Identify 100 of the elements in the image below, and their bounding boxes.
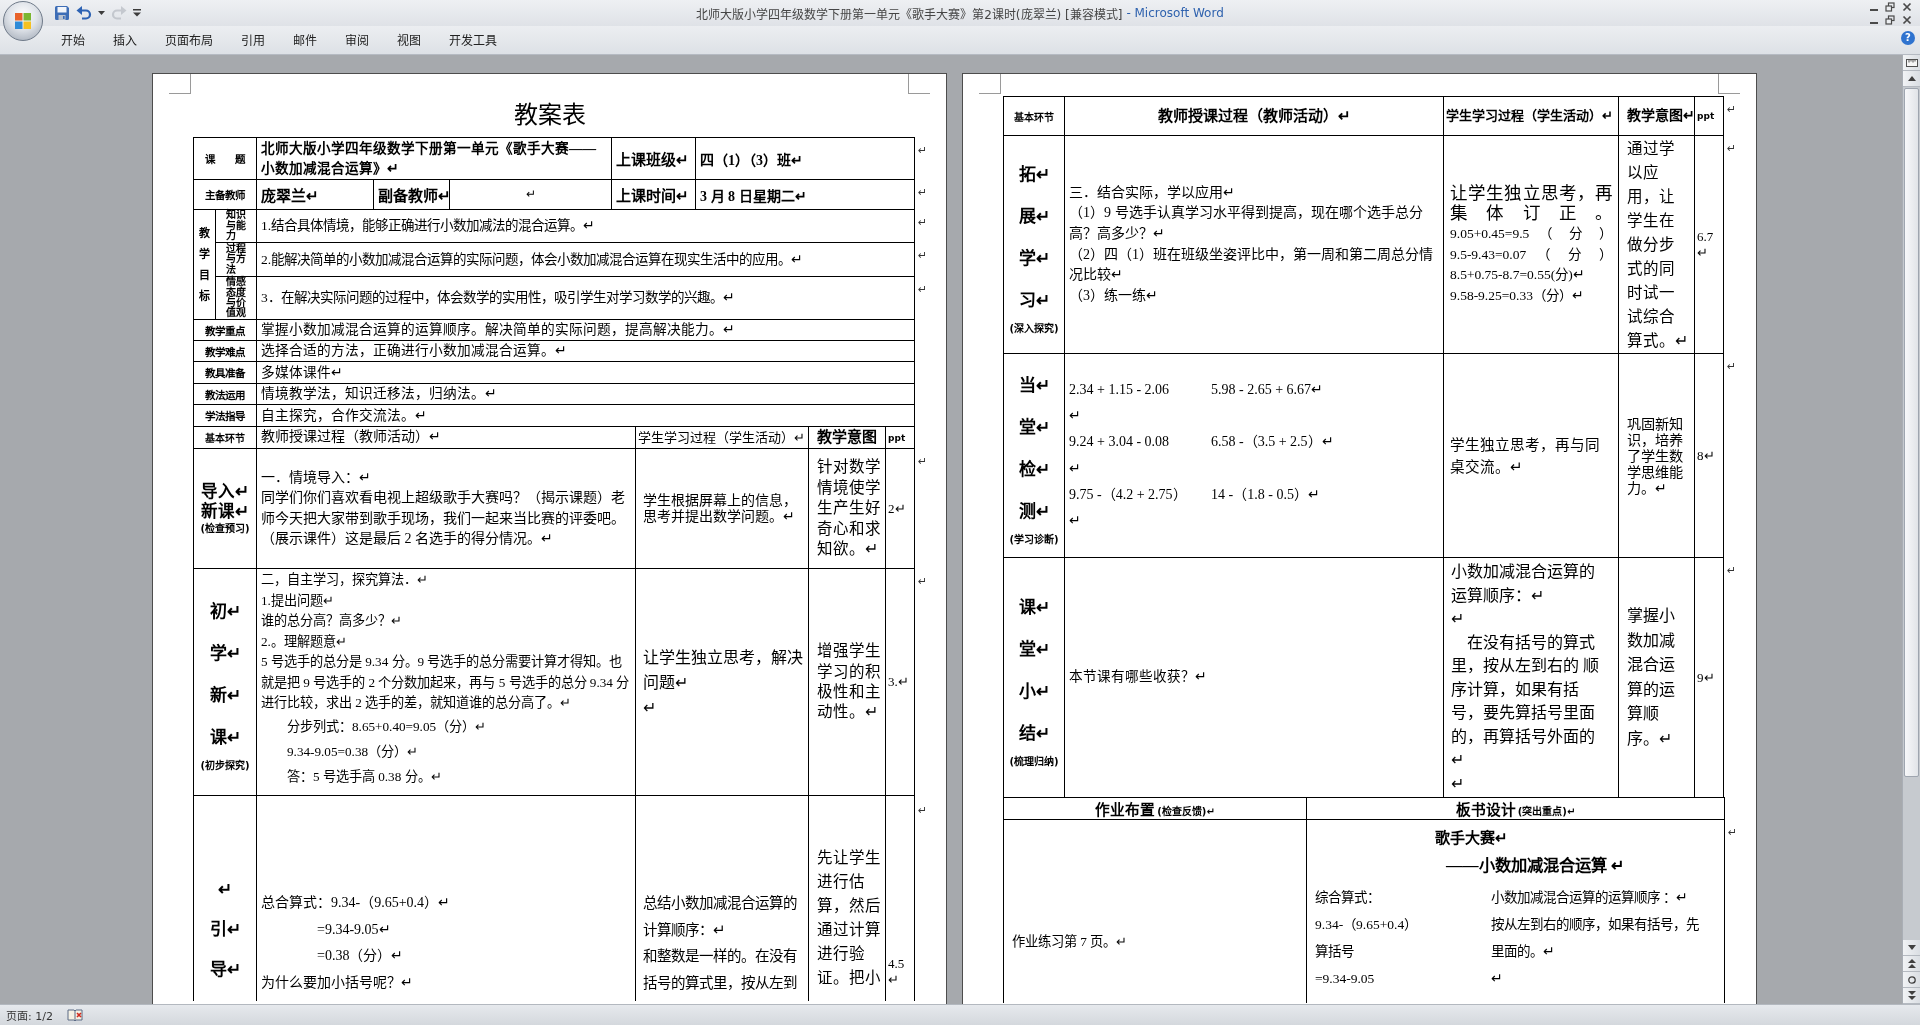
proofing-button[interactable] — [66, 1008, 83, 1022]
cell-paragraph: 答：5 号选手高 0.38 分。↵ — [286, 767, 443, 786]
board-line: 算括号 — [1315, 943, 1355, 961]
row-label: 学法指导 — [204, 409, 246, 423]
redo-icon — [111, 6, 127, 20]
ribbon-tab[interactable]: 引用 — [227, 28, 279, 51]
stage-label: 新↵ — [208, 685, 242, 707]
paragraph-mark: ↵ — [918, 143, 928, 157]
restore-button[interactable] — [1885, 14, 1895, 25]
cell-paragraph: 先让学生进行估算，然后通过计算进行验证。把小 — [817, 848, 881, 988]
column-header: 教师授课过程（教师活动）↵ — [261, 428, 442, 447]
ribbon-tab[interactable]: 开始 — [47, 28, 99, 51]
ribbon-tab[interactable]: 邮件 — [279, 28, 331, 51]
cell-paragraph: 作业练习第 7 页。↵ — [1012, 933, 1129, 951]
stage-label: ↵ — [217, 879, 233, 901]
margin-corner-mark — [908, 74, 930, 94]
slide-number: 9↵ — [1697, 669, 1716, 686]
undo-menu-button[interactable] — [96, 9, 107, 17]
stage-label: 小↵ — [1017, 680, 1051, 703]
paragraph-mark: ↵ — [918, 803, 928, 817]
board-title: 歌手大赛↵ — [1434, 828, 1509, 848]
cell-paragraph: 8.5+0.75-8.7=0.55(分)↵ — [1450, 266, 1586, 285]
paragraph-mark: ↵ — [918, 454, 928, 468]
stage-label: 堂↵ — [1017, 416, 1051, 439]
slide-number: 4.5↵ — [888, 956, 906, 988]
board-line: 小数加减混合运算的运算顺序 ：↵ — [1491, 889, 1690, 907]
minimize-button[interactable] — [1870, 8, 1878, 12]
goal-text: 1.结合具体情境，能够正确进行小数加减法的混合运算。↵ — [261, 217, 597, 235]
double-down-arrow-icon — [1907, 991, 1916, 1000]
restore-button[interactable] — [1885, 1, 1895, 12]
ribbon-tab[interactable]: 视图 — [383, 28, 435, 51]
cell-paragraph: 同学们你们喜欢看电视上超级歌手大赛吗？（揭示课题）老师今天把大家带到歌手现场，我们一起来当比赛的评委吧。（展示课件）这是最后 2 名选手的得分情况。↵ — [261, 489, 626, 548]
section-title: 作业布置 — [1095, 802, 1156, 818]
row-text: 多媒体课件↵ — [261, 363, 344, 382]
cell-paragraph: 9.58-9.25=0.33（分）↵ — [1450, 286, 1585, 305]
stage-label: 导↵ — [208, 959, 242, 981]
scroll-up-button[interactable] — [1903, 71, 1920, 87]
cell-paragraph: 9.24 + 3.04 - 0.08 6.58 -（3.5 + 2.5）↵ — [1069, 433, 1335, 452]
cell-paragraph: 9.34-9.05=0.38（分）↵ — [286, 742, 420, 761]
scroll-down-button[interactable] — [1903, 940, 1920, 956]
stage-label: 课↵ — [208, 727, 242, 749]
cell-paragraph: 小数加减混合运算的运算顺序：↵ — [1451, 562, 1596, 606]
close-button[interactable] — [1902, 1, 1912, 12]
cell-paragraph: 让学生独立思考，再集体订正。 — [1450, 182, 1612, 224]
cell-paragraph: ↵ — [1069, 406, 1082, 425]
goal-group-label: 教学目标 — [199, 225, 210, 305]
stage-note: (深入探究) — [1008, 321, 1060, 336]
page-count: 页面: 1/2 — [6, 1009, 53, 1023]
board-subtitle: ——小数加减混合运算 ↵ — [1445, 855, 1625, 877]
row-label: 课 题 — [204, 152, 247, 166]
window-title: 北师大版小学四年级数学下册第一单元《歌手大赛》第2课时(庞翠兰) [兼容模式] — [696, 6, 1123, 22]
ribbon-tab[interactable]: 审阅 — [331, 28, 383, 51]
caret-icon — [133, 9, 141, 17]
up-arrow-icon — [1907, 76, 1916, 81]
goal-label: 过程与方法 — [226, 243, 246, 276]
next-page-button[interactable] — [1903, 988, 1920, 1004]
previous-page-button[interactable] — [1903, 956, 1920, 972]
ruler-toggle-button[interactable] — [1903, 55, 1920, 71]
field-label: 上课时间↵ — [616, 187, 691, 205]
cell-paragraph: 在没有括号的算式里，按从左到右的 顺序计算，如果有括号，要先算括号里面的，再算括号外面的↵ — [1451, 632, 1600, 770]
browse-object-button[interactable] — [1903, 972, 1920, 988]
cell-paragraph: 9.75 -（4.2 + 2.75） 14 -（1.8 - 0.5）↵ — [1069, 485, 1321, 504]
undo-button[interactable] — [74, 4, 94, 22]
customize-button[interactable] — [131, 7, 143, 19]
scroll-thumb[interactable] — [1904, 88, 1919, 777]
slide-number: 3.↵ — [888, 674, 910, 690]
cell-paragraph: 5 号选手的总分是 9.34 分。9 号选手的总分需要计算才得知。也就是把 9 号选手的 2 个分数加起来，再与 5 号选手的总分 9.34 分进行比较，求出 2 选手的差，就知道谁的总分高了。↵ — [261, 653, 631, 712]
cell-paragraph: 9.05+0.45=9.5 （ 分 ） — [1450, 224, 1612, 243]
minimize-button[interactable] — [1870, 21, 1878, 25]
row-text: 选择合适的方法，正确进行小数加减混合运算。↵ — [261, 342, 568, 360]
cell-paragraph: =9.34-9.05↵ — [316, 920, 392, 939]
cell-paragraph: 三．结合实际，学以应用↵ — [1069, 183, 1236, 202]
column-header: 教学意图 — [817, 427, 878, 448]
ruler-icon — [1905, 58, 1918, 67]
board-line: ↵ — [1491, 970, 1504, 988]
stage-label: 学↵ — [208, 643, 242, 665]
cell-paragraph: 掌握小数加减混合运算的运算顺序。↵ — [1627, 606, 1676, 749]
paragraph-mark: ↵ — [1727, 102, 1737, 116]
ribbon-tab[interactable]: 页面布局 — [151, 28, 227, 51]
restore-icon — [1885, 1, 1895, 12]
paragraph-mark: ↵ — [918, 248, 928, 262]
stage-label: 展↵ — [1017, 205, 1051, 228]
cell-paragraph: ↵ — [643, 697, 657, 718]
stage-label: 习↵ — [1017, 289, 1051, 312]
save-button[interactable] — [52, 3, 72, 23]
row-label: 教法运用 — [204, 387, 246, 402]
stage-label: 初↵ — [208, 601, 242, 623]
cell-paragraph: 2.34 + 1.15 - 2.06 5.98 - 2.65 + 6.67↵ — [1069, 380, 1325, 399]
board-line: 按从左到右的顺序，如果有括号，先 — [1491, 916, 1700, 934]
close-button[interactable] — [1902, 14, 1912, 25]
ribbon-tab[interactable]: 开发工具 — [435, 28, 511, 51]
column-header: 教师授课过程（教师活动）↵ — [1156, 106, 1352, 126]
ribbon-tab[interactable]: 插入 — [99, 28, 151, 51]
app-name: - Microsoft Word — [1126, 6, 1224, 20]
help-button[interactable]: ? — [1901, 31, 1915, 45]
field-value: 四（1）（3）班↵ — [700, 151, 805, 169]
cell-paragraph: ↵ — [1069, 459, 1082, 478]
stage-label: 当↵ — [1017, 374, 1051, 397]
slide-number: 6.7↵ — [1697, 228, 1715, 261]
goal-text: 3．在解决实际问题的过程中，体会数学的实用性，吸引学生对学习数学的兴趣。↵ — [261, 289, 736, 307]
